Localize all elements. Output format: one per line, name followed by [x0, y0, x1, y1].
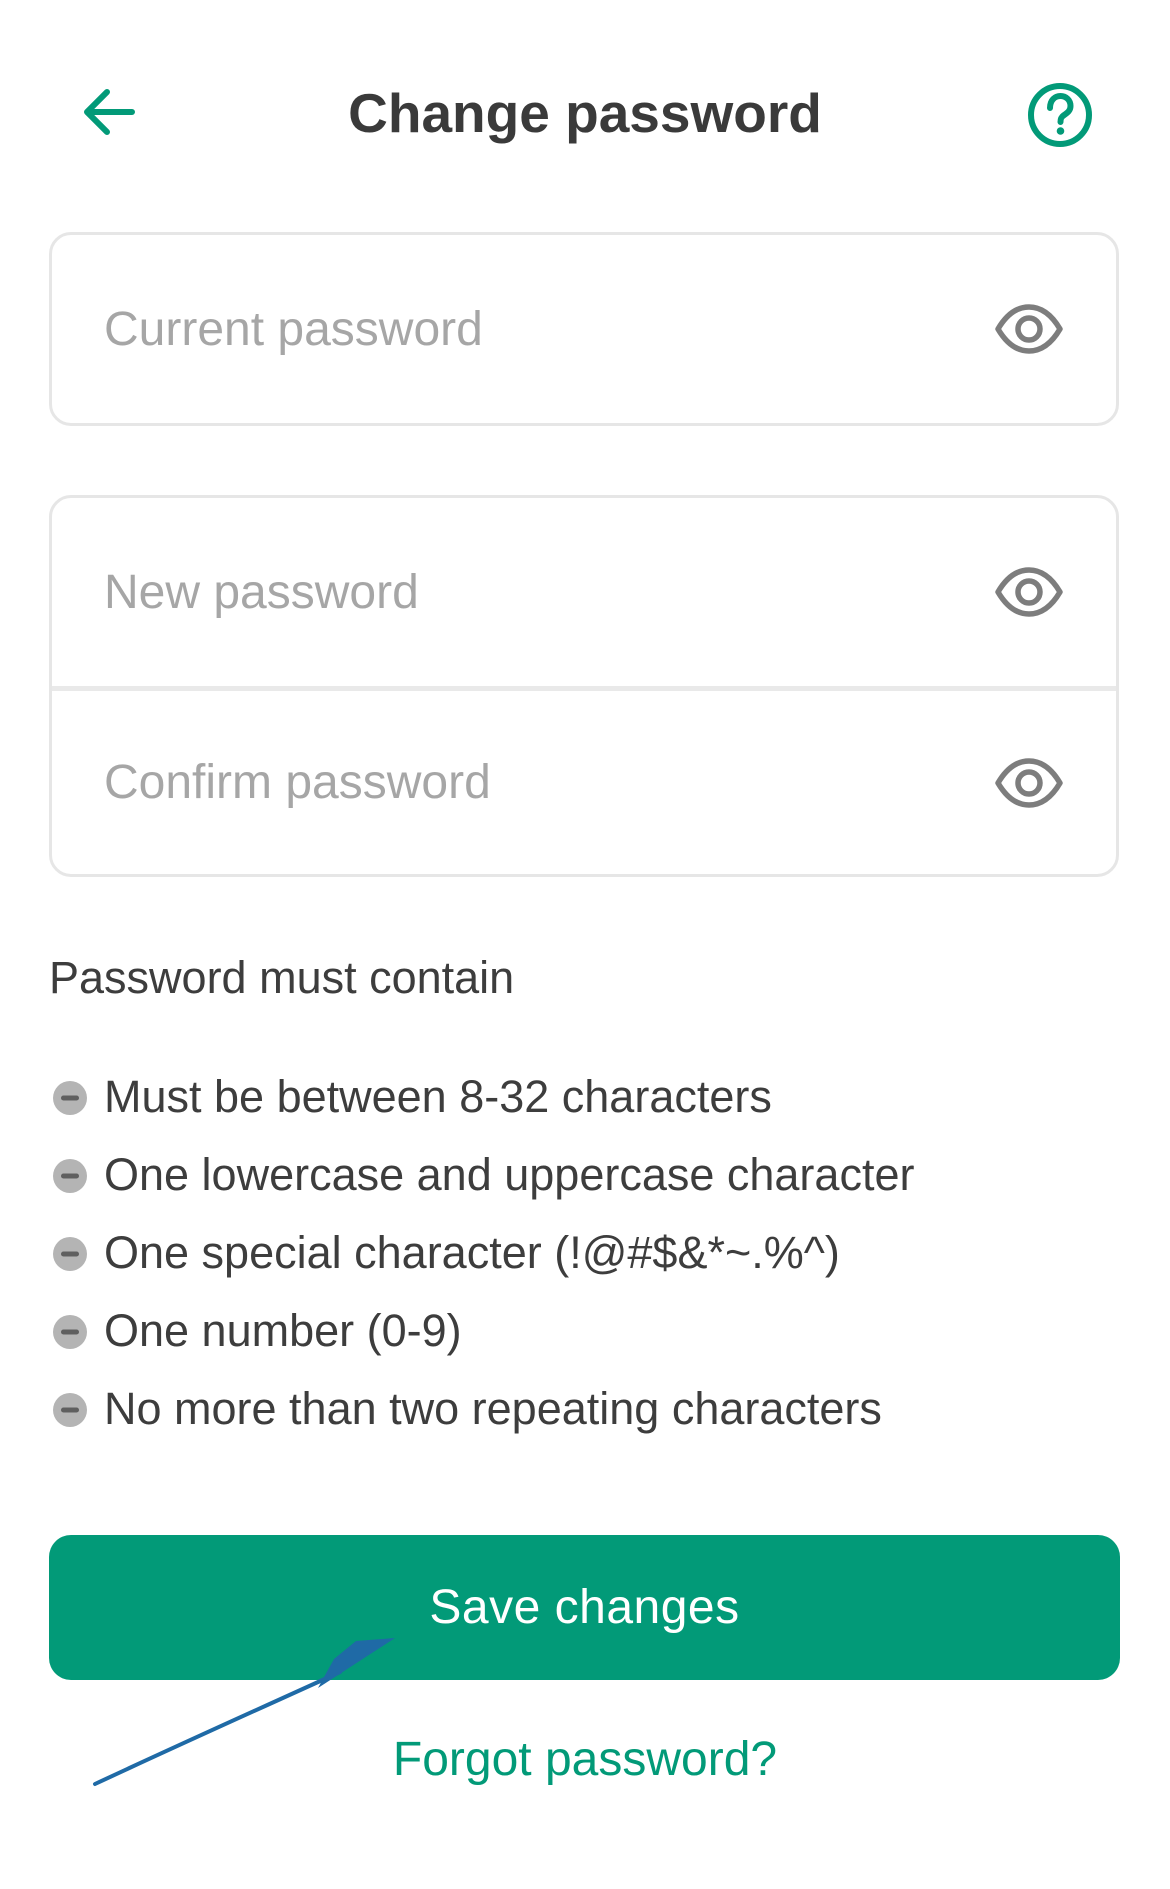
- minus-circle-icon: [53, 1159, 87, 1193]
- password-rules-list: Must be between 8-32 characters One lowe…: [52, 1067, 914, 1457]
- confirm-password-visibility-toggle[interactable]: [994, 755, 1064, 811]
- help-button[interactable]: [1025, 80, 1095, 150]
- password-rule-item: One lowercase and uppercase character: [52, 1145, 914, 1223]
- password-rule-text: One lowercase and uppercase character: [104, 1149, 915, 1200]
- new-password-row: [52, 498, 1116, 686]
- back-button[interactable]: [70, 75, 150, 155]
- new-password-input[interactable]: [104, 498, 984, 686]
- password-rule-text: One number (0-9): [104, 1305, 462, 1356]
- question-circle-icon: [1028, 83, 1092, 147]
- new-password-card: [49, 495, 1119, 877]
- current-password-card: [49, 232, 1119, 426]
- current-password-row: [52, 235, 1116, 423]
- new-password-visibility-toggle[interactable]: [994, 564, 1064, 620]
- minus-circle-icon: [53, 1315, 87, 1349]
- password-rule-item: No more than two repeating characters: [52, 1379, 914, 1457]
- current-password-input[interactable]: [104, 235, 984, 423]
- confirm-password-input[interactable]: [104, 691, 984, 874]
- eye-icon: [995, 304, 1063, 354]
- confirm-password-row: [52, 686, 1116, 874]
- page-title: Change password: [348, 82, 822, 144]
- minus-circle-icon: [53, 1237, 87, 1271]
- password-rule-item: Must be between 8-32 characters: [52, 1067, 914, 1145]
- eye-icon: [995, 757, 1063, 808]
- save-changes-button[interactable]: Save changes: [49, 1535, 1120, 1680]
- password-rule-text: Must be between 8-32 characters: [104, 1071, 772, 1122]
- password-rule-text: No more than two repeating characters: [104, 1383, 882, 1434]
- header: Change password: [0, 0, 1170, 230]
- forgot-password-link[interactable]: Forgot password?: [0, 1725, 1170, 1795]
- arrow-left-icon: [84, 89, 135, 135]
- password-rule-item: One special character (!@#$&*~.%^): [52, 1223, 914, 1301]
- password-rules-title: Password must contain: [49, 952, 515, 1003]
- minus-circle-icon: [53, 1081, 87, 1115]
- current-password-visibility-toggle[interactable]: [994, 301, 1064, 357]
- password-rule-text: One special character (!@#$&*~.%^): [104, 1227, 840, 1278]
- eye-icon: [995, 567, 1063, 617]
- minus-circle-icon: [53, 1393, 87, 1427]
- password-rule-item: One number (0-9): [52, 1301, 914, 1379]
